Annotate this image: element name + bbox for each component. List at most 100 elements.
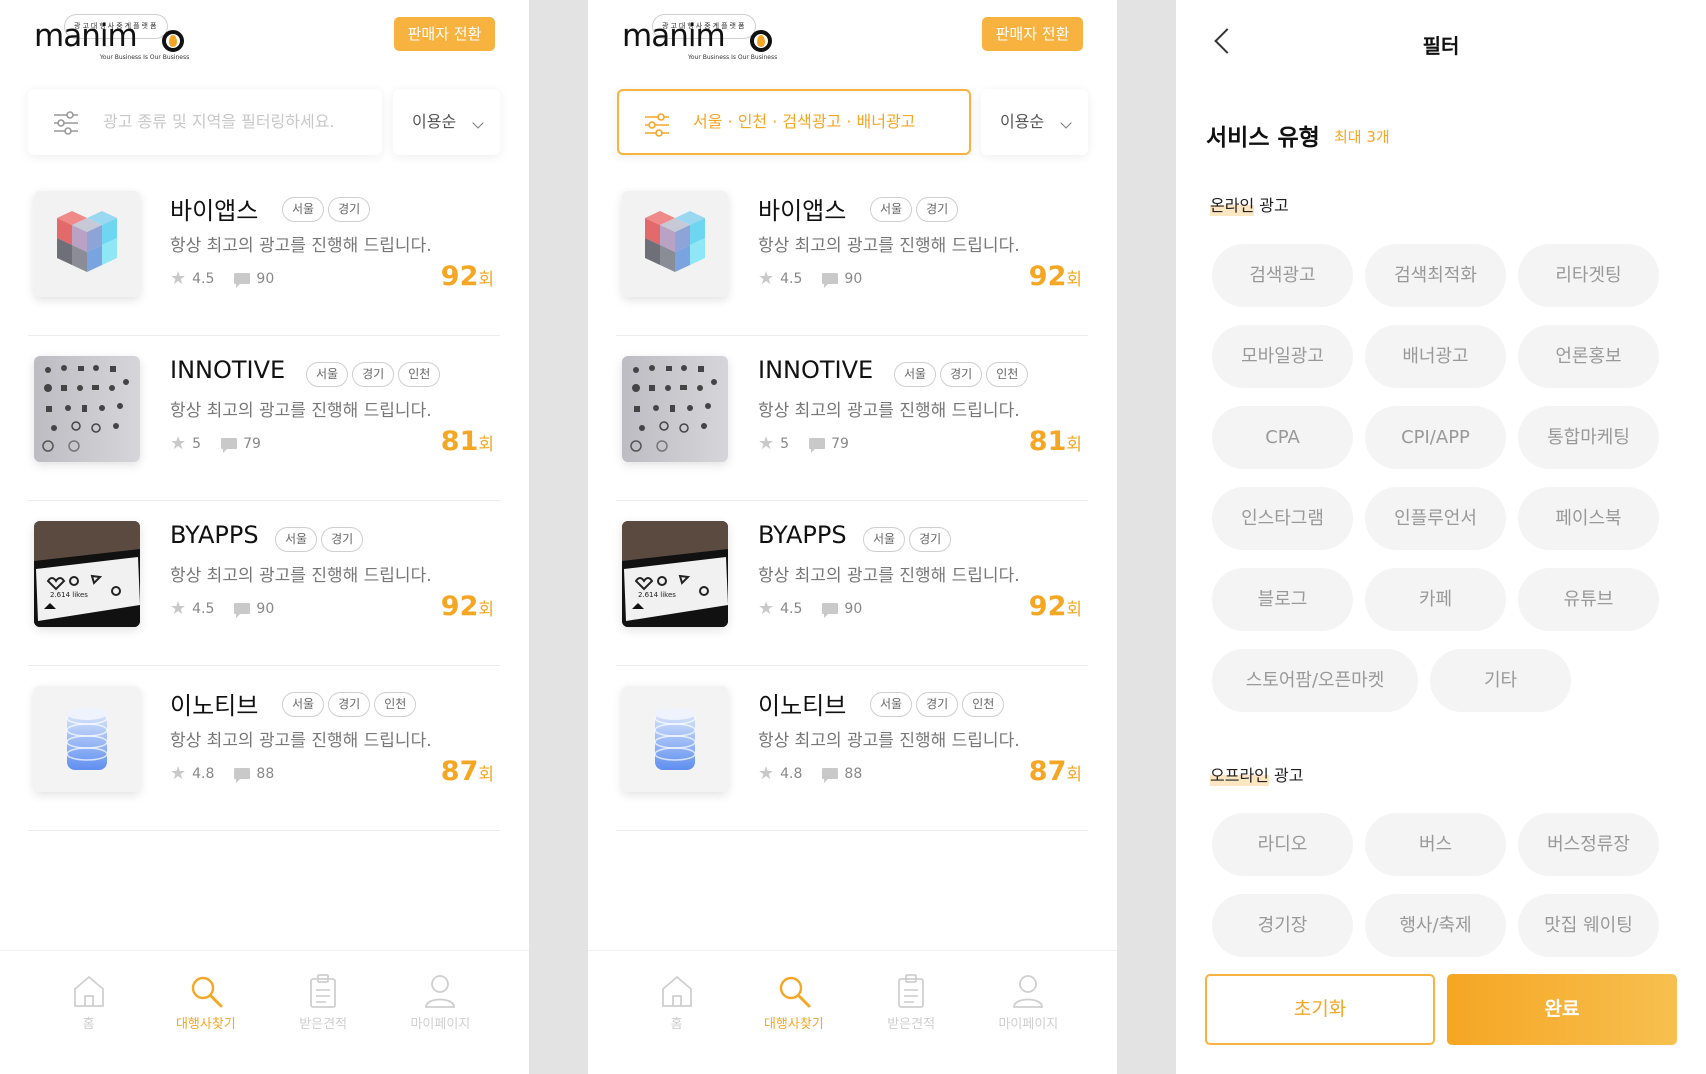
offline-option-chip[interactable]: 맛집 웨이팅 (1518, 894, 1659, 957)
online-option-chip[interactable]: 검색광고 (1212, 244, 1353, 307)
offline-option-chip[interactable]: 경기장 (1212, 894, 1353, 957)
logo-word: manim (34, 18, 138, 54)
tab-clipboard[interactable]: 받은견적 (278, 951, 368, 1074)
agency-list-screen: 광고대행사중계플랫폼 manim Your Business Is Our Bu… (0, 0, 529, 1074)
region-tag: 서울 (863, 527, 906, 552)
region-tag: 인천 (962, 692, 1005, 717)
usage-count: 81회 (1028, 426, 1082, 457)
tab-home[interactable]: 홈 (632, 951, 722, 1074)
rating-value: 4.5 (780, 270, 803, 287)
logo-word: manim (622, 18, 726, 54)
chevron-down-icon (1060, 117, 1072, 129)
agency-card[interactable]: 2.614 likes BYAPPS 서울 경기 항상 최고의 광고를 진행해 드립니다… (616, 501, 1088, 666)
agency-description: 항상 최고의 광고를 진행해 드립니다. (170, 236, 432, 256)
agency-thumbnail (622, 191, 728, 297)
clipboard-icon (866, 973, 956, 1009)
star-icon: ★ (758, 598, 775, 619)
online-option-chip[interactable]: 통합마케팅 (1518, 406, 1659, 469)
online-option-chip[interactable]: 카페 (1365, 568, 1506, 631)
tab-label: 대행사찾기 (763, 1017, 824, 1032)
online-option-chip[interactable]: 모바일광고 (1212, 325, 1353, 388)
agency-stats: ★ 4.5 90 (758, 598, 862, 619)
online-option-chip[interactable]: 기타 (1430, 649, 1571, 712)
tab-label: 마이페이지 (998, 1017, 1059, 1032)
online-option-chip[interactable]: 유튜브 (1518, 568, 1659, 631)
tab-search[interactable]: 대행사찾기 (161, 951, 251, 1074)
agency-description: 항상 최고의 광고를 진행해 드립니다. (758, 566, 1020, 586)
region-tag: 서울 (275, 527, 318, 552)
seller-switch-button[interactable]: 판매자 전환 (982, 17, 1083, 51)
search-icon (749, 973, 839, 1009)
sort-dropdown[interactable]: 이용순 (393, 89, 500, 155)
applied-filters: 서울 · 인천 · 검색광고 · 배너광고 (693, 112, 916, 131)
agency-description: 항상 최고의 광고를 진행해 드립니다. (758, 401, 1020, 421)
usage-count: 81회 (440, 426, 494, 457)
tab-user[interactable]: 마이페이지 (983, 951, 1073, 1074)
agency-thumbnail (622, 356, 728, 462)
offline-option-chip[interactable]: 버스정류장 (1518, 813, 1659, 876)
region-tags: 서울 경기 (863, 527, 952, 552)
online-option-chip[interactable]: 리타겟팅 (1518, 244, 1659, 307)
agency-card[interactable]: 이노티브 서울 경기 인천 항상 최고의 광고를 진행해 드립니다. ★ 4.8 88 87회 (616, 666, 1088, 831)
review-count: 88 (844, 765, 863, 782)
home-icon (44, 973, 134, 1009)
region-tags: 서울 경기 인천 (306, 362, 441, 387)
offline-option-chip[interactable]: 버스 (1365, 813, 1506, 876)
offline-options: 라디오 버스 버스정류장경기장 행사/축제 맛집 웨이팅 (1212, 813, 1672, 957)
agency-thumbnail (34, 686, 140, 792)
filter-search-bar[interactable]: 광고 종류 및 지역을 필터링하세요. (28, 89, 382, 155)
comment-icon (822, 768, 839, 783)
online-option-chip[interactable]: 배너광고 (1365, 325, 1506, 388)
agency-name: BYAPPS (170, 521, 259, 549)
reset-button[interactable]: 초기화 (1205, 974, 1435, 1045)
agency-stats: ★ 4.8 88 (170, 763, 274, 784)
comment-icon (221, 438, 238, 453)
agency-description: 항상 최고의 광고를 진행해 드립니다. (170, 566, 432, 586)
online-option-chip[interactable]: CPI/APP (1365, 406, 1506, 469)
agency-card[interactable]: 2.614 likes BYAPPS 서울 경기항상 최고의 광고를 진행해 드립니다… (28, 501, 500, 666)
online-option-chip[interactable]: 인플루언서 (1365, 487, 1506, 550)
online-option-chip[interactable]: 인스타그램 (1212, 487, 1353, 550)
agency-card[interactable]: 이노티브 서울 경기 인천 항상 최고의 광고를 진행해 드립니다. ★ 4.8 88 87회 (28, 666, 500, 831)
region-tags: 서울 경기 (275, 527, 364, 552)
tab-user[interactable]: 마이페이지 (395, 951, 485, 1074)
comment-icon (234, 768, 251, 783)
agency-card[interactable]: INNOTIVE 서울 경기 인천 항상 최고의 광고를 진행해 드립니다. ★ 5 79 81… (28, 336, 500, 501)
sort-label: 이용순 (412, 112, 457, 131)
bottom-tab-bar: 홈 대행사찾기 받은견적 마이페이지 (0, 950, 529, 1074)
logo-sub: Your Business Is Our Business (688, 54, 778, 61)
tab-home[interactable]: 홈 (44, 951, 134, 1074)
online-option-chip[interactable]: 페이스북 (1518, 487, 1659, 550)
tab-search[interactable]: 대행사찾기 (749, 951, 839, 1074)
comment-icon (822, 603, 839, 618)
done-button[interactable]: 완료 (1447, 974, 1677, 1045)
online-option-chip[interactable]: 검색최적화 (1365, 244, 1506, 307)
online-ad-label: 온라인 광고 (1210, 192, 1289, 216)
region-tags: 서울 경기 (870, 197, 959, 222)
logo-on-mark (162, 30, 184, 52)
svg-text:2.614 likes: 2.614 likes (638, 591, 676, 599)
search-icon (161, 973, 251, 1009)
manimon-logo[interactable]: 광고대행사중계플랫폼 manim Your Business Is Our Bu… (34, 14, 194, 61)
agency-card[interactable]: 바이앱스 서울 경기 항상 최고의 광고를 진행해 드립니다. ★ 4.5 90 92회 (616, 171, 1088, 336)
seller-switch-button[interactable]: 판매자 전환 (394, 17, 495, 51)
sort-label: 이용순 (1000, 112, 1045, 131)
offline-option-chip[interactable]: 라디오 (1212, 813, 1353, 876)
usage-count: 87회 (440, 756, 494, 787)
offline-option-chip[interactable]: 행사/축제 (1365, 894, 1506, 957)
manimon-logo[interactable]: 광고대행사중계플랫폼 manim Your Business Is Our Bu… (622, 14, 782, 61)
online-option-chip[interactable]: 언론홍보 (1518, 325, 1659, 388)
agency-card[interactable]: 바이앱스 서울 경기 항상 최고의 광고를 진행해 드립니다. ★ 4.5 90 92회 (28, 171, 500, 336)
agency-card[interactable]: INNOTIVE 서울 경기 인천 항상 최고의 광고를 진행해 드립니다. ★ 5 79 81… (616, 336, 1088, 501)
filter-search-bar[interactable]: 서울 · 인천 · 검색광고 · 배너광고 (617, 89, 971, 155)
online-option-chip[interactable]: CPA (1212, 406, 1353, 469)
svg-text:2.614 likes: 2.614 likes (50, 591, 88, 599)
agency-name: 바이앱스 (758, 197, 847, 225)
online-option-chip[interactable]: 블로그 (1212, 568, 1353, 631)
tab-clipboard[interactable]: 받은견적 (866, 951, 956, 1074)
region-tag: 인천 (986, 362, 1029, 387)
logo-sub: Your Business Is Our Business (100, 54, 190, 61)
sort-dropdown[interactable]: 이용순 (981, 89, 1088, 155)
online-option-chip[interactable]: 스토어팜/오픈마켓 (1212, 649, 1418, 712)
region-tag: 서울 (870, 692, 913, 717)
